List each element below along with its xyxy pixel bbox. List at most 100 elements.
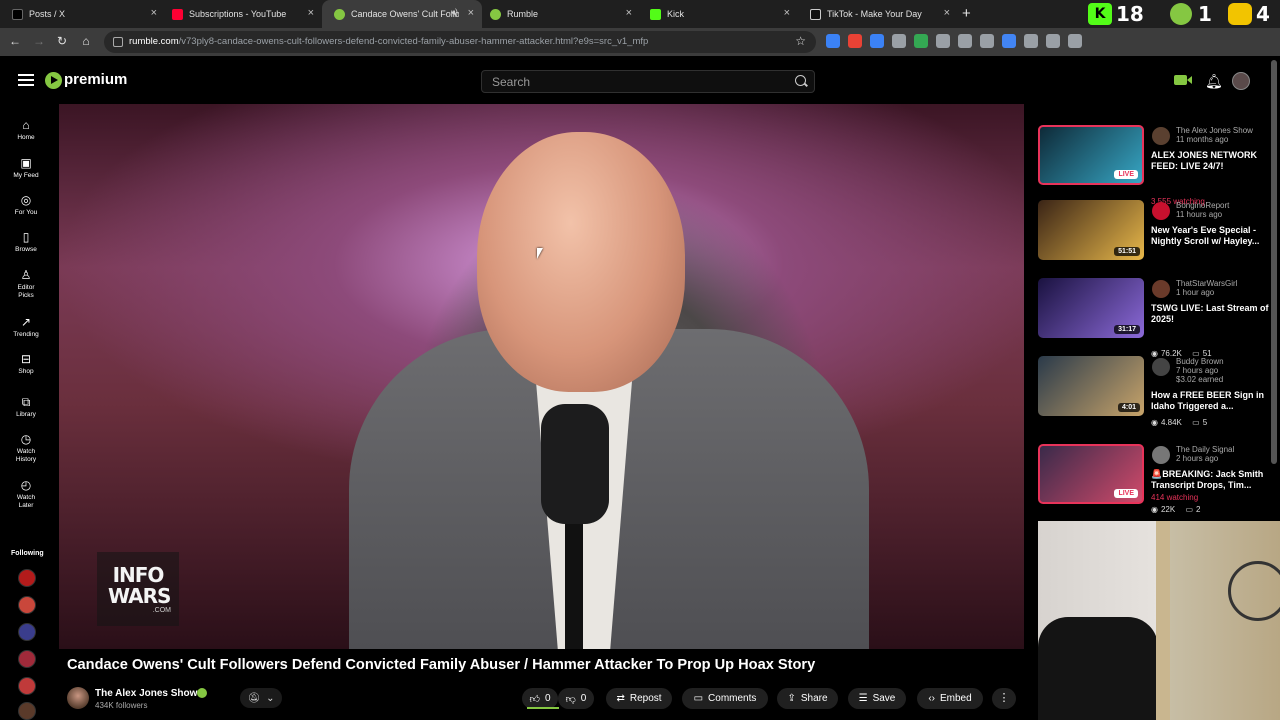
- extension-icon[interactable]: [892, 34, 906, 48]
- page-scrollbar[interactable]: [1271, 60, 1277, 464]
- user-avatar[interactable]: [1232, 72, 1250, 90]
- video-thumbnail[interactable]: LIVE: [1038, 125, 1144, 185]
- following-channel-avatar[interactable]: [18, 569, 36, 587]
- close-icon[interactable]: ×: [308, 8, 314, 19]
- save-button[interactable]: ☰ Save: [848, 688, 906, 709]
- dislike-button[interactable]: 👎︎ 0: [558, 688, 594, 709]
- recommendation-card[interactable]: 4:01 Buddy Brown 7 hours ago $3.02 earne…: [1038, 356, 1274, 427]
- channel-avatar[interactable]: [1152, 446, 1170, 464]
- following-channel-avatar[interactable]: [18, 596, 36, 614]
- extension-icon[interactable]: [914, 34, 928, 48]
- like-button[interactable]: 👍︎ 0: [522, 688, 558, 709]
- site-info-icon[interactable]: [113, 37, 123, 47]
- extension-icon[interactable]: [936, 34, 950, 48]
- back-arrow-icon[interactable]: ←: [7, 34, 23, 48]
- extension-icon[interactable]: [826, 34, 840, 48]
- repost-button[interactable]: ⇄ Repost: [606, 688, 672, 709]
- following-channel-avatar[interactable]: [18, 702, 36, 720]
- nav-item-watch-later[interactable]: ◴ Watch Later: [0, 478, 52, 510]
- video-thumbnail[interactable]: 4:01: [1038, 356, 1144, 416]
- extension-icon[interactable]: [1068, 34, 1082, 48]
- close-icon[interactable]: ×: [151, 8, 157, 19]
- video-title[interactable]: TSWG LIVE: Last Stream of 2025!: [1151, 303, 1269, 324]
- comments-button[interactable]: ▭ Comments: [682, 688, 768, 709]
- search-input[interactable]: [492, 74, 782, 90]
- recommendation-card[interactable]: LIVE The Alex Jones Show 11 months ago A…: [1038, 125, 1274, 206]
- address-bar[interactable]: rumble.com/v73ply8-candace-owens-cult-fo…: [104, 31, 816, 53]
- tab-kick[interactable]: Kick ×: [638, 0, 798, 28]
- channel-avatar[interactable]: [67, 687, 89, 709]
- home-browser-icon[interactable]: ⌂: [78, 34, 94, 48]
- channel-name[interactable]: ThatStarWarsGirl: [1176, 279, 1238, 288]
- video-title[interactable]: New Year's Eve Special - Nightly Scroll …: [1151, 225, 1269, 246]
- url-text[interactable]: rumble.com/v73ply8-candace-owens-cult-fo…: [129, 36, 648, 47]
- close-icon[interactable]: ×: [944, 8, 950, 19]
- nav-item-home[interactable]: ⌂ Home: [0, 118, 52, 142]
- recommendation-card[interactable]: LIVE The Daily Signal 2 hours ago 🚨BREAK…: [1038, 444, 1274, 512]
- channel-avatar[interactable]: [1152, 202, 1170, 220]
- go-live-camera-icon[interactable]: [1174, 75, 1192, 85]
- recommendation-card[interactable]: 51:51 BonginoReport 11 hours ago New Yea…: [1038, 200, 1274, 358]
- following-channel-avatar[interactable]: [18, 623, 36, 641]
- nav-item-trending[interactable]: ↗ Trending: [0, 315, 52, 339]
- nav-item-watch-history[interactable]: ◷ Watch History: [0, 432, 52, 464]
- other-counter-widget: 4: [1228, 2, 1270, 26]
- close-icon[interactable]: ×: [626, 8, 632, 19]
- extension-icon[interactable]: [1002, 34, 1016, 48]
- nav-item-for-you[interactable]: ◎ For You: [0, 193, 52, 217]
- more-options-button[interactable]: ⋮: [992, 688, 1016, 709]
- nav-item-my-feed[interactable]: ▣ My Feed: [0, 156, 52, 180]
- nav-item-editor-picks[interactable]: ♙ Editor Picks: [0, 268, 52, 300]
- following-channel-avatar[interactable]: [18, 650, 36, 668]
- tab-tiktok[interactable]: TikTok - Make Your Day ×: [798, 0, 958, 28]
- bell-icon[interactable]: 🔔︎: [1205, 73, 1223, 90]
- video-title[interactable]: How a FREE BEER Sign in Idaho Triggered …: [1151, 390, 1269, 411]
- reload-icon[interactable]: ↻: [54, 34, 70, 48]
- extension-icon[interactable]: [1024, 34, 1038, 48]
- extension-icon[interactable]: [848, 34, 862, 48]
- extension-icon[interactable]: [980, 34, 994, 48]
- share-button[interactable]: ⇪ Share: [777, 688, 838, 709]
- channel-avatar[interactable]: [1152, 280, 1170, 298]
- channel-name[interactable]: BonginoReport: [1176, 201, 1229, 210]
- kick-logo-icon: K: [1088, 3, 1112, 25]
- channel-avatar[interactable]: [1152, 358, 1170, 376]
- history-icon: ◷: [20, 432, 32, 446]
- channel-name[interactable]: The Alex Jones Show: [1176, 126, 1253, 135]
- tab-rumble[interactable]: Rumble ×: [478, 0, 640, 28]
- tab-youtube[interactable]: Subscriptions - YouTube ×: [160, 0, 322, 28]
- tab-x[interactable]: Posts / X ×: [0, 0, 165, 28]
- channel-name[interactable]: Buddy Brown: [1176, 357, 1224, 366]
- close-icon[interactable]: ×: [468, 8, 474, 19]
- tab-label: Candace Owens' Cult Follo: [351, 9, 459, 19]
- speaker-icon[interactable]: ◂): [450, 7, 458, 18]
- tab-rumble-video[interactable]: Candace Owens' Cult Follo ◂) ×: [322, 0, 482, 28]
- channel-avatar[interactable]: [1152, 127, 1170, 145]
- channel-name[interactable]: The Alex Jones Show: [95, 688, 197, 699]
- close-icon[interactable]: ×: [784, 8, 790, 19]
- video-thumbnail[interactable]: LIVE: [1038, 444, 1144, 504]
- rumble-logo-icon[interactable]: [45, 72, 62, 89]
- nav-item-library[interactable]: ⧉ Library: [0, 395, 52, 419]
- video-title[interactable]: ALEX JONES NETWORK FEED: LIVE 24/7!: [1151, 150, 1269, 171]
- notification-toggle-button[interactable]: 🔕︎ ⌄: [240, 688, 282, 708]
- video-thumbnail[interactable]: 31:17: [1038, 278, 1144, 338]
- extension-icon[interactable]: [870, 34, 884, 48]
- forward-arrow-icon[interactable]: →: [31, 34, 47, 48]
- search-icon[interactable]: [795, 75, 806, 86]
- extension-icon[interactable]: [1046, 34, 1060, 48]
- bookmark-star-icon[interactable]: ☆: [795, 34, 806, 48]
- video-title[interactable]: 🚨BREAKING: Jack Smith Transcript Drops, …: [1151, 469, 1269, 490]
- channel-name[interactable]: The Daily Signal: [1176, 445, 1234, 454]
- recommendation-card[interactable]: 31:17 ThatStarWarsGirl 1 hour ago TSWG L…: [1038, 278, 1274, 514]
- nav-item-browse[interactable]: ▯ Browse: [0, 230, 52, 254]
- embed-button[interactable]: ‹› Embed: [917, 688, 983, 709]
- hamburger-menu-icon[interactable]: [18, 74, 34, 86]
- logo-text[interactable]: premium: [64, 71, 127, 88]
- following-channel-avatar[interactable]: [18, 677, 36, 695]
- extension-icon[interactable]: [958, 34, 972, 48]
- video-player[interactable]: INFO WARS .COM: [59, 104, 1024, 649]
- video-thumbnail[interactable]: 51:51: [1038, 200, 1144, 260]
- nav-item-shop[interactable]: ⊟ Shop: [0, 352, 52, 376]
- new-tab-button[interactable]: +: [962, 5, 971, 22]
